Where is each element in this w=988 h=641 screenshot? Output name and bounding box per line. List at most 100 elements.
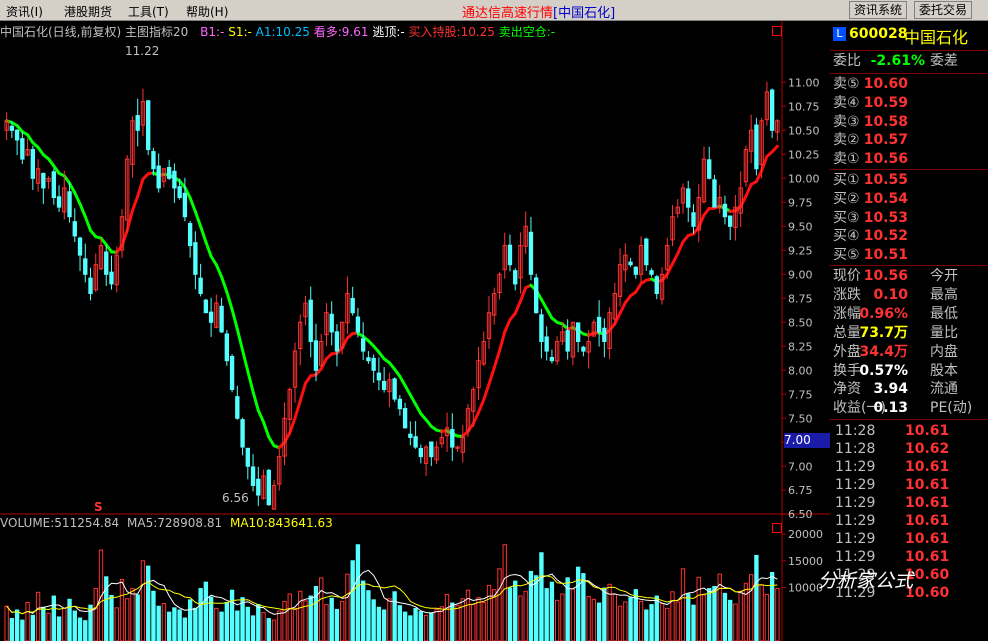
volume-bar [534, 575, 539, 641]
candle-body [366, 357, 371, 362]
volume-bar [224, 601, 230, 641]
volume-bar [20, 619, 25, 641]
tick-list: 11:28 10.61 11:28 10.62 11:29 10.61 11:29 10.61… [830, 422, 988, 641]
menu-help[interactable]: 帮助(H) [186, 3, 228, 20]
price-tick-label: 10.50 [788, 124, 820, 137]
candle-body [549, 357, 555, 362]
volume-bar [769, 572, 775, 641]
volume-bar [256, 604, 261, 641]
volume-bar [376, 606, 382, 641]
tick-row: 11:28 10.61 [835, 423, 950, 439]
candle-body [240, 419, 245, 448]
candle-body [649, 270, 654, 275]
price-tick-label: 8.25 [788, 340, 813, 353]
candle-body [193, 242, 198, 275]
info-system-button[interactable]: 资讯系统 [849, 1, 908, 19]
volume-bar [686, 593, 691, 641]
low-price-label: 6.56 [222, 491, 249, 505]
volume-bar [366, 590, 371, 641]
volume-bar [67, 598, 72, 641]
candle-body [135, 115, 140, 131]
candle-body [72, 221, 77, 237]
ask-row: 卖③ 10.58 [833, 113, 908, 130]
candle-body [686, 188, 691, 208]
volume-bar [135, 594, 140, 641]
volume-bar [408, 615, 413, 641]
candle-body [534, 277, 539, 314]
volume-bar [240, 597, 245, 641]
menu-bar: 资讯(I) 港股期货 工具(T) 帮助(H) 通达信高速行情[中国石化] 资讯系… [0, 0, 988, 21]
ask-row: 卖② 10.57 [833, 132, 908, 149]
candle-body [381, 380, 387, 390]
tick-row: 11:29 10.61 [835, 531, 950, 547]
volume-bar [371, 599, 376, 641]
volume-bar [250, 615, 256, 641]
bid-row: 买⑤ 10.51 [833, 247, 908, 264]
bid-row: 买① 10.55 [833, 172, 908, 188]
candle-body [581, 346, 586, 352]
current-price-tag: 7.00 [784, 433, 830, 448]
volume-close-icon[interactable] [772, 523, 782, 533]
price-tick-label: 8.00 [788, 364, 813, 377]
volume-bar [712, 585, 717, 641]
menu-hk-futures[interactable]: 港股期货 [64, 3, 112, 20]
ask-list: 卖⑤ 10.60 卖④ 10.59 卖③ 10.58 卖② 10.57 卖① 10.56 [830, 73, 988, 170]
candle-body [30, 149, 36, 179]
volume-bar [360, 580, 366, 641]
bid-list: 买① 10.55 买② 10.54 买③ 10.53 买④ 10.52 买⑤ 10.51 [830, 170, 988, 266]
stat-row: 涨幅 0.96% 最低 [833, 305, 958, 322]
candle-body [51, 171, 56, 199]
candle-body [329, 313, 334, 333]
volume-bar [166, 611, 172, 641]
volume-bar [177, 609, 182, 641]
stat-row: 总量 73.7万 量比 [833, 324, 958, 341]
trade-button[interactable]: 委托交易 [914, 1, 973, 19]
price-tick-label: 11.00 [788, 76, 820, 89]
candle-body [408, 433, 413, 438]
weibi-value: -2.61% [870, 53, 925, 69]
bid-row: 买② 10.54 [833, 190, 908, 207]
candle-body [728, 215, 733, 227]
watermark: 分析家公式 [818, 570, 914, 592]
volume-bar [544, 588, 549, 641]
volume-bar [308, 595, 313, 641]
volume-bar [402, 611, 408, 641]
candle-body [229, 355, 235, 390]
kanduo-value: 看多:9.61 [313, 25, 369, 39]
menu-tools[interactable]: 工具(T) [128, 3, 169, 20]
stat-row: 现价 10.56 今开 [833, 268, 958, 284]
candle-body [203, 299, 209, 314]
tick-row: 11:29 10.61 [835, 477, 950, 493]
menu-info[interactable]: 资讯(I) [6, 3, 43, 20]
candle-body [628, 261, 633, 266]
kline-chart[interactable]: 11.00 10.75 10.50 10.25 10.00 9.75 9.50 9.25 9.0… [0, 21, 830, 641]
candle-body [350, 297, 355, 314]
candle-body [544, 336, 549, 352]
high-price-label: 11.22 [125, 44, 160, 58]
candle-body [156, 165, 161, 189]
candle-body [9, 125, 15, 131]
volume-bar [754, 554, 759, 641]
volume-bar [513, 580, 518, 641]
volume-bar [14, 609, 20, 641]
volume-bar [156, 605, 161, 641]
price-tick-label: 8.50 [788, 316, 813, 329]
candle-body [250, 466, 256, 486]
chart-close-icon[interactable] [772, 26, 782, 36]
candle-body [513, 270, 518, 285]
volume-bar [172, 607, 177, 641]
candle-body [313, 340, 319, 371]
volume-bar [596, 602, 602, 641]
candle-body [397, 398, 403, 410]
volume-bar [266, 618, 271, 641]
volume-bar [355, 544, 361, 641]
price-tick-label: 9.00 [788, 268, 813, 281]
candle-body [67, 191, 72, 218]
candle-body [256, 478, 261, 496]
candle-body [691, 212, 696, 227]
candle-body [308, 299, 313, 342]
candle-body [371, 357, 376, 371]
candle-body [355, 316, 361, 333]
candle-body [722, 203, 728, 218]
candle-body [146, 100, 151, 151]
